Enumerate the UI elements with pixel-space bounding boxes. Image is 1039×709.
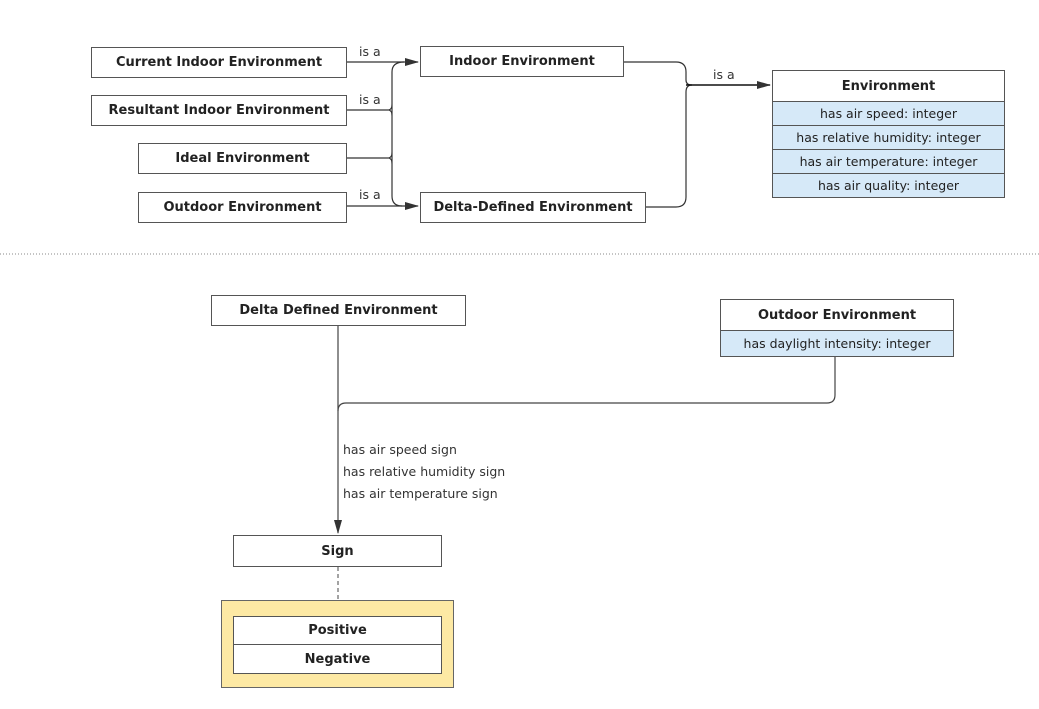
relation-label: has air speed sign xyxy=(343,442,457,457)
bus-left xyxy=(391,61,405,207)
class-attribute: has air temperature: integer xyxy=(773,150,1004,174)
class-attribute: has relative humidity: integer xyxy=(773,126,1004,150)
class-attribute: has daylight intensity: integer xyxy=(721,331,953,356)
node-sign[interactable]: Sign xyxy=(233,535,442,567)
node-outdoor-environment[interactable]: Outdoor Environment xyxy=(138,192,347,223)
node-indoor-environment[interactable]: Indoor Environment xyxy=(420,46,624,77)
class-outdoor-environment[interactable]: Outdoor Environment has daylight intensi… xyxy=(720,299,954,357)
edge-label-isa: is a xyxy=(359,44,381,59)
edge-label-isa: is a xyxy=(359,187,381,202)
node-ideal-environment[interactable]: Ideal Environment xyxy=(138,143,347,174)
node-delta-defined-environment-bottom[interactable]: Delta Defined Environment xyxy=(211,295,466,326)
class-environment[interactable]: Environment has air speed: integer has r… xyxy=(772,70,1005,198)
relation-label: has air temperature sign xyxy=(343,486,498,501)
class-attribute: has air speed: integer xyxy=(773,102,1004,126)
enum-value-positive[interactable]: Positive xyxy=(233,616,442,645)
class-title: Environment xyxy=(773,71,1004,102)
node-resultant-indoor-environment[interactable]: Resultant Indoor Environment xyxy=(91,95,347,126)
node-current-indoor-environment[interactable]: Current Indoor Environment xyxy=(91,47,347,78)
node-delta-defined-environment[interactable]: Delta-Defined Environment xyxy=(420,192,646,223)
edge-label-isa: is a xyxy=(359,92,381,107)
relation-label: has relative humidity sign xyxy=(343,464,506,479)
class-attribute: has air quality: integer xyxy=(773,174,1004,197)
edge-delta-to-bus xyxy=(645,84,693,208)
enum-value-negative[interactable]: Negative xyxy=(233,644,442,674)
relation-labels: has air speed sign has relative humidity… xyxy=(343,439,505,505)
edge-label-isa: is a xyxy=(713,67,735,82)
edge-outdoor-to-sign xyxy=(337,356,836,412)
edge-indoor-to-bus xyxy=(623,61,693,86)
class-title: Outdoor Environment xyxy=(721,300,953,331)
